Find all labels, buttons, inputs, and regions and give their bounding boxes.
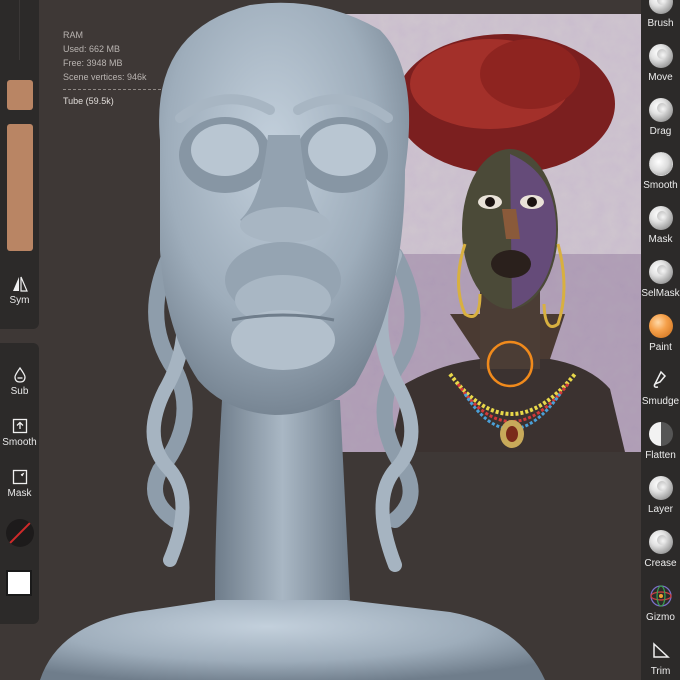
trim-icon (652, 642, 670, 658)
tool-smooth[interactable]: Smooth (641, 152, 680, 191)
tool-label: Drag (649, 126, 672, 137)
mask-button[interactable]: Mask (0, 469, 39, 499)
smudge-icon (652, 370, 666, 388)
smooth-box-icon (12, 418, 27, 434)
scene-stats: RAM Used: 662 MB Free: 3948 MB Scene ver… (63, 28, 161, 108)
tool-label: Smooth (643, 180, 678, 191)
stats-divider (63, 89, 161, 90)
tool-label: Gizmo (646, 612, 675, 623)
sym-button[interactable]: Sym (0, 276, 39, 306)
ram-used: Used: 662 MB (63, 44, 121, 54)
layer-icon (648, 476, 673, 500)
tool-smudge[interactable]: Smudge (641, 368, 680, 407)
intensity-slider[interactable] (7, 124, 33, 251)
tool-crease[interactable]: Crease (641, 530, 680, 569)
tool-label: Smudge (641, 396, 680, 407)
color-swatch[interactable] (6, 570, 32, 596)
tool-label: Layer (647, 504, 673, 515)
flatten-icon (648, 422, 673, 446)
sub-button[interactable]: Sub (0, 367, 39, 397)
smooth-label: Smooth (2, 437, 37, 448)
droplet-icon (13, 367, 26, 383)
scene-vertices: Scene vertices: 946k (63, 72, 147, 82)
tool-label: Trim (650, 666, 671, 677)
radius-slider-handle[interactable] (7, 80, 33, 110)
mask-label: Mask (7, 488, 32, 499)
tool-trim[interactable]: Trim (641, 638, 680, 677)
sym-label: Sym (9, 295, 30, 306)
tool-label: Move (648, 72, 673, 83)
tool-brush[interactable]: Brush (641, 0, 680, 29)
tool-label: Flatten (645, 450, 676, 461)
right-toolbar: Brush Move Drag Smooth Mask SelMask Pain… (641, 0, 680, 680)
symmetry-icon (12, 276, 28, 292)
tool-gizmo[interactable]: Gizmo (641, 584, 680, 623)
tool-label: Brush (647, 18, 674, 29)
tool-label: Paint (649, 342, 672, 353)
tool-label: Mask (648, 234, 673, 245)
tool-move[interactable]: Move (641, 44, 680, 83)
gizmo-icon (649, 585, 672, 607)
drag-icon (648, 98, 673, 122)
sub-label: Sub (10, 386, 29, 397)
tool-flatten[interactable]: Flatten (641, 422, 680, 461)
ram-free: Free: 3948 MB (63, 58, 123, 68)
crease-icon (648, 530, 673, 554)
mask-box-icon (12, 469, 27, 485)
mask-icon (648, 206, 673, 230)
tool-selmask[interactable]: SelMask (641, 260, 680, 299)
move-icon (648, 44, 673, 68)
tool-paint[interactable]: Paint (641, 314, 680, 353)
smooth-button[interactable]: Smooth (0, 418, 39, 448)
tool-label: SelMask (641, 288, 680, 299)
selected-object[interactable]: Tube (59.5k) (63, 94, 161, 108)
smooth-icon (648, 152, 673, 176)
paint-icon (648, 314, 673, 338)
selmask-icon (648, 260, 673, 284)
ram-label: RAM (63, 30, 83, 40)
no-paint-swatch[interactable] (6, 519, 34, 547)
tool-layer[interactable]: Layer (641, 476, 680, 515)
brush-icon (648, 0, 673, 14)
left-toolbar-top: Sym (0, 0, 39, 329)
radius-slider[interactable] (19, 0, 20, 60)
3d-viewport[interactable]: RAM Used: 662 MB Free: 3948 MB Scene ver… (0, 0, 680, 680)
tool-drag[interactable]: Drag (641, 98, 680, 137)
tool-label: Crease (644, 558, 677, 569)
tool-mask[interactable]: Mask (641, 206, 680, 245)
